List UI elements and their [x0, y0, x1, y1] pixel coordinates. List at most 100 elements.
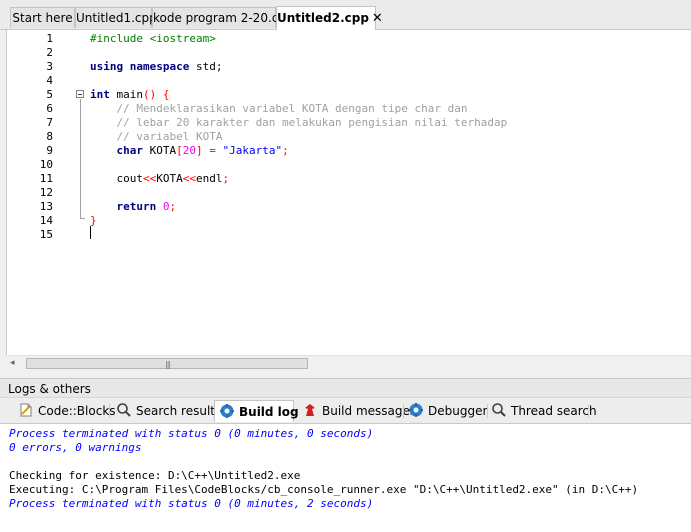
tab-kode-program[interactable]: kode program 2-20.cpp — [152, 7, 294, 28]
line-number: 13 — [39, 200, 53, 213]
log-line: Checking for existence: D:\C++\Untitled2… — [9, 469, 301, 482]
tab-untitled2[interactable]: Untitled2.cpp ✕ — [276, 6, 383, 30]
line-number: 11 — [39, 172, 53, 185]
tab-search-results[interactable]: Search results — [112, 400, 222, 422]
code-token: = — [209, 144, 216, 157]
line-number: 14 — [39, 214, 53, 227]
thread-search-icon — [492, 403, 506, 417]
text-caret — [90, 226, 91, 239]
code-token: #include <iostream> — [90, 32, 216, 45]
code-token: // variabel KOTA — [90, 130, 223, 143]
line-number-gutter: 1 2 3 4 5 6 7 8 9 10 11 12 13 14 15 — [7, 30, 77, 355]
logs-panel-title: Logs & others — [0, 378, 691, 398]
code-token: ; — [282, 144, 289, 157]
build-log-output[interactable]: Process terminated with status 0 (0 minu… — [0, 423, 691, 532]
code-token: main — [109, 88, 143, 101]
build-messages-icon — [305, 404, 315, 416]
code-editor[interactable]: 1 2 3 4 5 6 7 8 9 10 11 12 13 14 15 #include <iostream… — [6, 30, 691, 371]
code-line: #include <iostream> — [90, 32, 216, 46]
line-number: 12 — [39, 186, 53, 199]
editor-tab-bar: Start here Untitled1.cpp kode program 2-… — [0, 0, 691, 30]
tab-label: Untitled2.cpp — [277, 11, 369, 25]
code-line: // lebar 20 karakter dan melakukan pengi… — [90, 116, 507, 130]
log-line: Process terminated with status 0 (0 minu… — [9, 497, 374, 510]
fold-toggle-icon[interactable] — [76, 90, 84, 98]
code-token: ; — [222, 172, 230, 185]
code-token: using — [90, 60, 124, 73]
code-line: cout<<KOTA<<endl; — [90, 172, 229, 186]
tab-thread-search[interactable]: Thread search — [487, 400, 597, 422]
code-token: ] — [196, 144, 203, 157]
code-line: int main() { — [90, 88, 170, 102]
code-token: // Mendeklarasikan variabel KOTA dengan … — [90, 102, 468, 115]
code-token: endl — [195, 172, 223, 185]
fold-end-marker — [80, 218, 85, 219]
fold-line — [80, 99, 81, 218]
line-number: 9 — [46, 144, 53, 157]
tab-label: Untitled1.cpp — [76, 11, 157, 25]
tab-label: Search results — [136, 404, 222, 418]
tab-label: kode program 2-20.cpp — [153, 11, 294, 25]
tab-build-log[interactable]: Build log — [214, 400, 299, 422]
code-line: // Mendeklarasikan variabel KOTA dengan … — [90, 102, 468, 116]
code-token: 20 — [182, 144, 196, 157]
code-token: "Jakarta" — [222, 144, 283, 157]
tab-label: Code::Blocks — [38, 404, 116, 418]
line-number: 1 — [46, 32, 53, 45]
code-token: return — [116, 200, 157, 213]
code-token: { — [162, 88, 170, 101]
code-token: namespace — [129, 60, 190, 73]
code-token: << — [142, 172, 157, 185]
line-number: 6 — [46, 102, 53, 115]
code-line: return 0; — [90, 200, 177, 214]
line-number: 8 — [46, 130, 53, 143]
logs-tab-bar: Code::Blocks Search results Build log Bu… — [0, 399, 691, 423]
line-number: 3 — [46, 60, 53, 73]
code-token: ; — [169, 200, 177, 213]
tab-label: Start here — [12, 11, 73, 25]
code-token: // lebar 20 karakter dan melakukan pengi… — [90, 116, 508, 129]
line-number: 7 — [46, 116, 53, 129]
tab-codeblocks[interactable]: Code::Blocks — [14, 400, 116, 422]
code-line: // variabel KOTA — [90, 130, 222, 144]
gear-icon — [220, 404, 234, 418]
log-line: Process terminated with status 0 (0 minu… — [9, 427, 374, 440]
close-tab-icon[interactable]: ✕ — [372, 11, 383, 26]
tab-build-messages[interactable]: Build messages — [298, 400, 416, 422]
line-number: 4 — [46, 74, 53, 87]
tab-untitled1[interactable]: Untitled1.cpp — [75, 7, 157, 28]
editor-horizontal-scrollbar[interactable]: ◂ ||| — [6, 355, 691, 372]
log-line: Executing: C:\Program Files\CodeBlocks/c… — [9, 483, 639, 496]
codeblocks-icon — [20, 403, 32, 417]
code-token: << — [182, 172, 196, 185]
code-token: KOTA — [156, 172, 183, 185]
code-token: () — [143, 88, 157, 101]
code-line: char KOTA[20] = "Jakarta"; — [90, 144, 289, 158]
tab-start-here[interactable]: Start here — [10, 7, 75, 28]
code-token: KOTA — [143, 144, 177, 157]
line-number: 2 — [46, 46, 53, 59]
tab-label: Thread search — [511, 404, 597, 418]
scroll-left-arrow-icon[interactable]: ◂ — [10, 358, 15, 368]
tab-debugger[interactable]: Debugger — [404, 400, 488, 422]
code-token: cout — [90, 172, 143, 185]
code-token: char — [116, 144, 144, 157]
code-token: 0 — [162, 200, 170, 213]
code-token: std; — [189, 60, 223, 73]
line-number: 15 — [39, 228, 53, 241]
scrollbar-thumb[interactable]: ||| — [26, 358, 308, 369]
line-number: 10 — [39, 158, 53, 171]
log-line: 0 errors, 0 warnings — [9, 441, 142, 454]
scrollbar-grip: ||| — [165, 360, 171, 369]
code-token: int — [90, 88, 110, 101]
line-number: 5 — [46, 88, 53, 101]
tab-label: Build log — [239, 405, 299, 419]
tab-label: Build messages — [322, 404, 417, 418]
search-icon — [117, 403, 131, 417]
